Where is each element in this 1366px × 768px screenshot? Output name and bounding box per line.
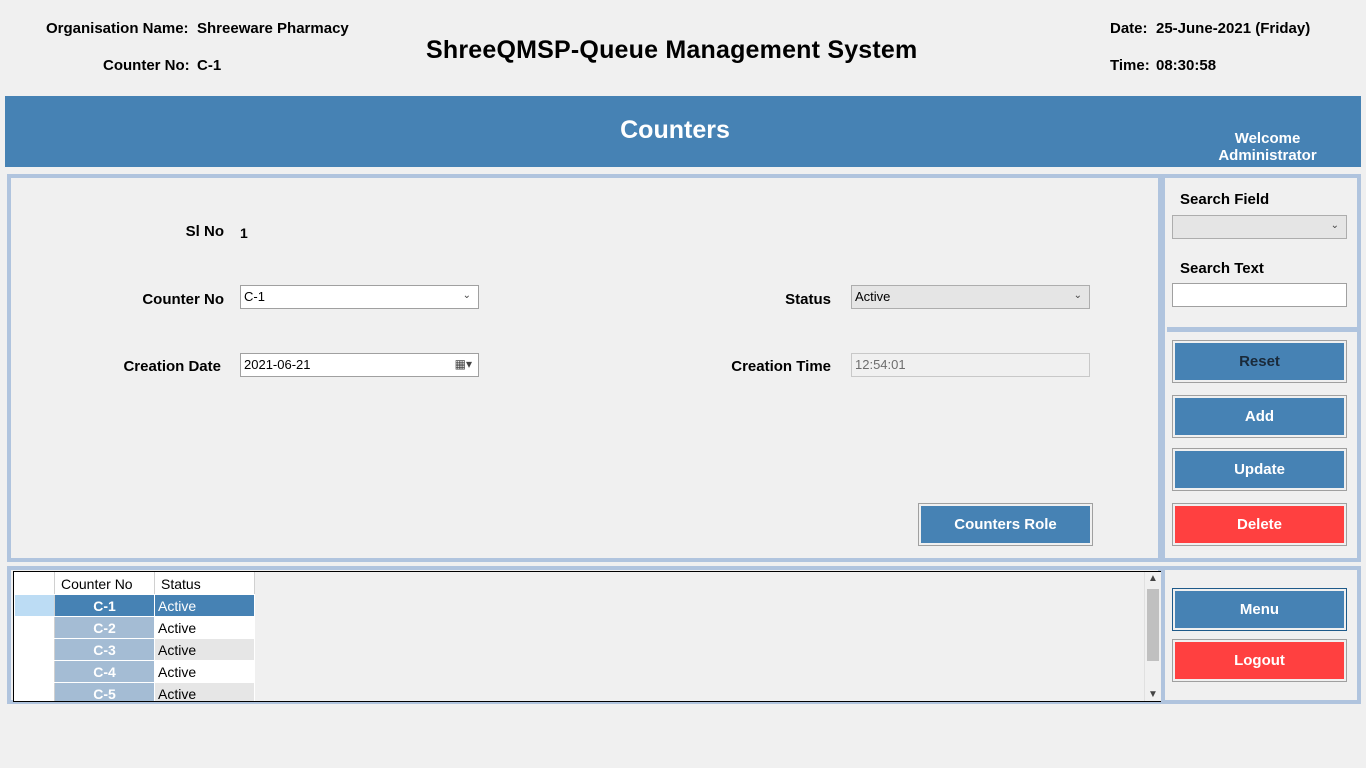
creation-date-picker[interactable]: 2021-06-21 ▦▾ <box>240 353 479 377</box>
delete-button[interactable]: Delete <box>1172 503 1347 546</box>
sl-no-label: Sl No <box>185 223 224 240</box>
table-row[interactable]: C-2 Active <box>14 616 255 639</box>
form-panel: Sl No 1 Counter No C-1 ⌄ Status Active ⌄… <box>7 174 1162 562</box>
reset-label: Reset <box>1175 343 1344 380</box>
creation-time-value: 12:54:01 <box>855 357 906 372</box>
table-row[interactable]: C-1 Active <box>14 594 255 617</box>
row-header[interactable] <box>14 594 55 617</box>
update-button[interactable]: Update <box>1172 448 1347 491</box>
cell-status[interactable]: Active <box>154 616 255 639</box>
column-header-counter-no[interactable]: Counter No <box>54 572 155 595</box>
counter-no-select-value: C-1 <box>244 289 265 304</box>
sl-no-value: 1 <box>240 225 248 241</box>
search-field-label: Search Field <box>1180 191 1270 208</box>
table-header: Counter No Status <box>14 572 255 595</box>
separator <box>1167 327 1357 332</box>
column-header-status[interactable]: Status <box>154 572 255 595</box>
logout-button[interactable]: Logout <box>1172 639 1347 682</box>
date-label: Date: <box>1110 20 1148 37</box>
navigation-panel: Menu Logout <box>1161 566 1361 704</box>
org-name-label: Organisation Name: <box>46 20 189 37</box>
org-name-value: Shreeware Pharmacy <box>197 20 349 37</box>
row-header-corner <box>14 572 55 595</box>
status-select[interactable]: Active ⌄ <box>851 285 1090 309</box>
cell-status[interactable]: Active <box>154 660 255 683</box>
app-title: ShreeQMSP-Queue Management System <box>426 36 918 64</box>
scroll-down-icon[interactable]: ▼ <box>1148 689 1158 700</box>
menu-button[interactable]: Menu <box>1172 588 1347 631</box>
search-text-label: Search Text <box>1180 260 1264 277</box>
cell-counter-no[interactable]: C-1 <box>54 594 155 617</box>
table-row[interactable]: C-5 Active <box>14 682 255 701</box>
counters-grid[interactable]: Counter No Status C-1 Active C-2 Active … <box>13 571 1162 702</box>
chevron-down-icon: ⌄ <box>1330 220 1339 231</box>
table-row[interactable]: C-4 Active <box>14 660 255 683</box>
table-row[interactable]: C-3 Active <box>14 638 255 661</box>
row-header[interactable] <box>14 660 55 683</box>
chevron-down-icon: ⌄ <box>1073 290 1082 301</box>
creation-date-label: Creation Date <box>123 358 221 375</box>
search-field-select[interactable]: ⌄ <box>1172 215 1347 239</box>
welcome-text: Welcome Administrator <box>1195 130 1340 164</box>
cell-status[interactable]: Active <box>154 682 255 701</box>
scroll-up-icon[interactable]: ▲ <box>1148 573 1158 584</box>
user-role: Administrator <box>1218 147 1317 164</box>
cell-status[interactable]: Active <box>154 594 255 617</box>
creation-date-value: 2021-06-21 <box>244 357 311 372</box>
add-button[interactable]: Add <box>1172 395 1347 438</box>
logout-label: Logout <box>1175 642 1344 679</box>
counters-role-label: Counters Role <box>921 506 1090 543</box>
chevron-down-icon: ⌄ <box>462 290 471 301</box>
counter-no-header-value: C-1 <box>197 57 222 74</box>
vertical-scrollbar[interactable]: ▲ ▼ <box>1144 572 1161 701</box>
add-label: Add <box>1175 398 1344 435</box>
grid-panel: Counter No Status C-1 Active C-2 Active … <box>7 566 1162 704</box>
search-actions-panel: Search Field ⌄ Search Text Reset Add Upd… <box>1161 174 1361 562</box>
time-label: Time: <box>1110 57 1150 74</box>
cell-counter-no[interactable]: C-5 <box>54 682 155 701</box>
row-header[interactable] <box>14 638 55 661</box>
status-label: Status <box>785 291 831 308</box>
cell-counter-no[interactable]: C-4 <box>54 660 155 683</box>
cell-status[interactable]: Active <box>154 638 255 661</box>
update-label: Update <box>1175 451 1344 488</box>
calendar-icon[interactable]: ▦▾ <box>455 357 472 371</box>
cell-counter-no[interactable]: C-2 <box>54 616 155 639</box>
scrollbar-thumb[interactable] <box>1147 589 1159 661</box>
date-value: 25-June-2021 (Friday) <box>1156 20 1311 37</box>
creation-time-label: Creation Time <box>731 358 831 375</box>
page-title: Counters <box>620 116 730 144</box>
search-text-input[interactable] <box>1172 283 1347 307</box>
reset-button[interactable]: Reset <box>1172 340 1347 383</box>
page-banner: Counters Welcome Administrator <box>5 96 1361 167</box>
counter-no-header-label: Counter No: <box>103 57 190 74</box>
counter-no-label: Counter No <box>142 291 224 308</box>
counters-role-button[interactable]: Counters Role <box>918 503 1093 546</box>
creation-time-field: 12:54:01 <box>851 353 1090 377</box>
status-select-value: Active <box>855 289 891 304</box>
counter-no-select[interactable]: C-1 ⌄ <box>240 285 479 309</box>
row-header[interactable] <box>14 682 55 701</box>
counters-table: Counter No Status C-1 Active C-2 Active … <box>14 572 255 701</box>
menu-label: Menu <box>1175 591 1344 628</box>
time-value: 08:30:58 <box>1156 57 1217 74</box>
welcome-line: Welcome <box>1234 130 1301 147</box>
delete-label: Delete <box>1175 506 1344 543</box>
row-header[interactable] <box>14 616 55 639</box>
cell-counter-no[interactable]: C-3 <box>54 638 155 661</box>
